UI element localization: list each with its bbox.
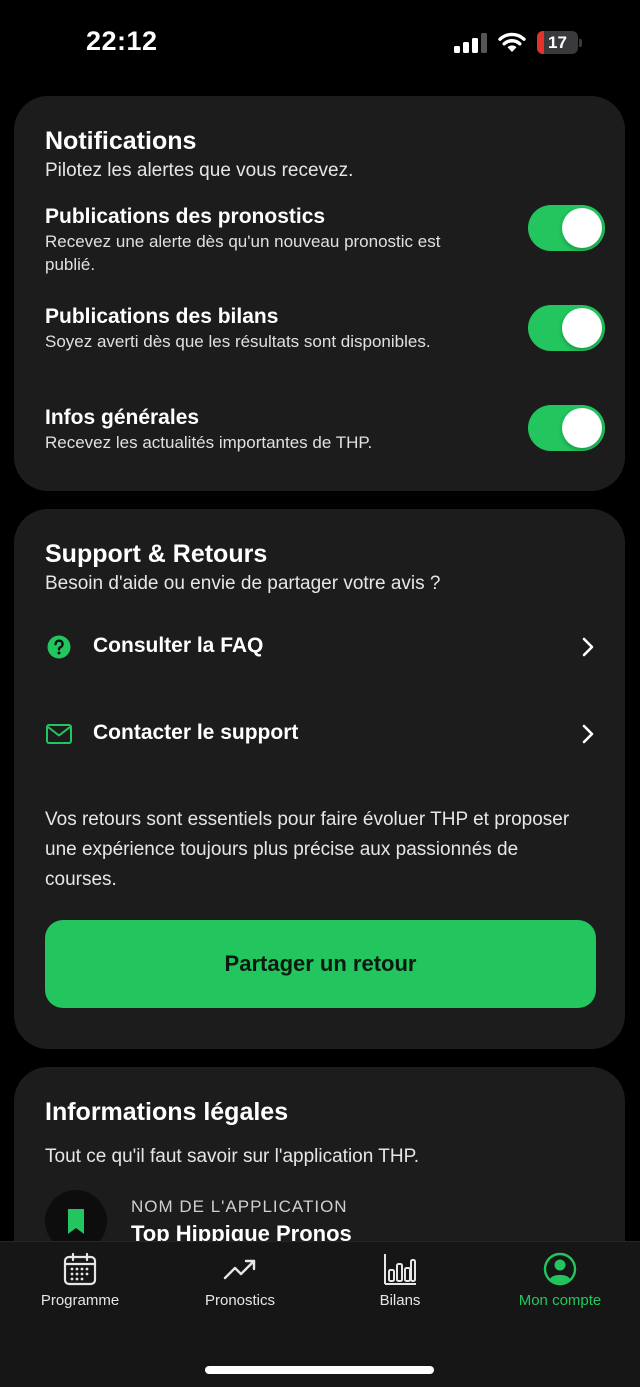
battery-level: 17 <box>548 33 567 52</box>
account-screen: 22:12 17 Notifications Pilotez les alert… <box>0 0 640 1387</box>
mail-icon <box>46 724 72 744</box>
chevron-right-icon <box>582 724 594 744</box>
trending-up-icon <box>223 1259 256 1280</box>
app-name-label: NOM DE L'APPLICATION <box>131 1197 348 1216</box>
tab-label: Programme <box>40 1292 120 1309</box>
legal-subtitle: Tout ce qu'il faut savoir sur l'applicat… <box>45 1146 420 1167</box>
support-card: Support & Retours Besoin d'aide ou envie… <box>14 509 625 1049</box>
notif-description: Recevez les actualités importantes de TH… <box>45 433 373 452</box>
notif-row-infos: Infos générales Recevez les actualités i… <box>45 405 605 454</box>
wifi-icon <box>498 32 526 52</box>
status-bar: 22:12 17 <box>0 0 640 88</box>
notif-title: Infos générales <box>45 406 200 429</box>
support-subtitle: Besoin d'aide ou envie de partager votre… <box>45 573 441 594</box>
status-time: 22:12 <box>86 26 158 56</box>
share-feedback-button[interactable]: Partager un retour <box>45 920 596 1008</box>
contact-support-label: Contacter le support <box>93 721 299 744</box>
tab-pronostics[interactable]: Pronostics <box>160 1242 320 1322</box>
tab-label: Bilans <box>379 1292 421 1309</box>
notif-row-pronostics: Publications des pronostics Recevez une … <box>45 204 605 276</box>
tab-label: Mon compte <box>518 1292 602 1309</box>
bar-chart-icon <box>384 1254 416 1285</box>
faq-label: Consulter la FAQ <box>93 634 264 657</box>
tab-label: Pronostics <box>204 1292 276 1309</box>
legal-title: Informations légales <box>45 1098 289 1126</box>
notifications-title: Notifications <box>45 127 197 155</box>
notif-title: Publications des pronostics <box>45 205 326 228</box>
notifications-subtitle: Pilotez les alertes que vous recevez. <box>45 160 354 181</box>
calendar-icon <box>63 1252 97 1286</box>
tab-programme[interactable]: Programme <box>0 1242 160 1322</box>
home-indicator[interactable] <box>205 1366 434 1374</box>
chevron-right-icon <box>582 637 594 657</box>
notif-row-bilans: Publications des bilans Soyez averti dès… <box>45 304 605 353</box>
user-circle-icon <box>543 1252 577 1286</box>
contact-support-link[interactable]: Contacter le support <box>45 709 595 759</box>
battery-indicator: 17 <box>537 31 583 54</box>
tab-mon-compte[interactable]: Mon compte <box>480 1242 640 1322</box>
toggle-pronostics[interactable] <box>528 205 605 251</box>
faq-link[interactable]: Consulter la FAQ <box>45 622 595 672</box>
notif-description: Soyez averti dès que les résultats sont … <box>45 332 431 351</box>
toggle-bilans[interactable] <box>528 305 605 351</box>
support-title: Support & Retours <box>45 540 268 568</box>
notifications-card: Notifications Pilotez les alertes que vo… <box>14 96 625 491</box>
question-circle-icon <box>47 635 71 659</box>
tab-bilans[interactable]: Bilans <box>320 1242 480 1322</box>
cellular-signal-icon <box>454 33 488 53</box>
toggle-infos[interactable] <box>528 405 605 451</box>
support-feedback-text: Vos retours sont essentiels pour faire é… <box>45 809 570 890</box>
notif-description: Recevez une alerte dès qu'un nouveau pro… <box>45 232 441 274</box>
notif-title: Publications des bilans <box>45 305 279 328</box>
